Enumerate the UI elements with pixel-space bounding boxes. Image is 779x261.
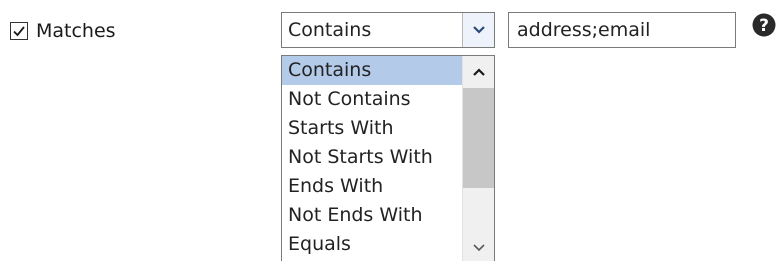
chevron-up-icon xyxy=(472,68,485,76)
dropdown-option-contains[interactable]: Contains xyxy=(282,56,463,85)
operator-selected-value: Contains xyxy=(288,19,372,41)
dropdown-option-starts-with[interactable]: Starts With xyxy=(282,114,463,143)
chevron-down-icon xyxy=(472,26,485,34)
question-circle-icon[interactable]: ? xyxy=(752,13,776,37)
dropdown-option-not-contains[interactable]: Not Contains xyxy=(282,85,463,114)
operator-dropdown-button[interactable] xyxy=(462,13,494,47)
checkmark-icon xyxy=(13,26,25,37)
matches-checkbox[interactable] xyxy=(10,22,28,40)
dropdown-option-not-starts-with[interactable]: Not Starts With xyxy=(282,143,463,172)
matches-checkbox-label: Matches xyxy=(36,20,116,42)
chevron-down-icon xyxy=(472,244,485,252)
dropdown-scrollbar[interactable] xyxy=(462,56,494,261)
dropdown-options: Contains Not Contains Starts With Not St… xyxy=(282,56,463,259)
operator-combobox[interactable]: Contains xyxy=(281,12,495,48)
matches-checkbox-row[interactable]: Matches xyxy=(10,20,116,42)
dropdown-option-ends-with[interactable]: Ends With xyxy=(282,172,463,201)
scroll-up-button[interactable] xyxy=(463,56,494,88)
dropdown-option-equals[interactable]: Equals xyxy=(282,230,463,259)
scroll-thumb[interactable] xyxy=(463,88,494,188)
match-value-input[interactable] xyxy=(508,12,736,48)
scroll-down-button[interactable] xyxy=(463,234,494,261)
dropdown-option-not-ends-with[interactable]: Not Ends With xyxy=(282,201,463,230)
operator-dropdown-list[interactable]: Contains Not Contains Starts With Not St… xyxy=(281,55,495,261)
svg-text:?: ? xyxy=(759,16,769,36)
